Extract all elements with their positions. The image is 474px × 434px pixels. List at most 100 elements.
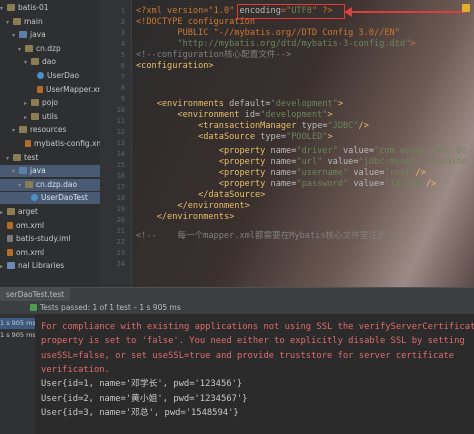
- warning-icon[interactable]: [462, 4, 470, 12]
- iml-file-icon: [7, 235, 13, 243]
- chevron-right-icon[interactable]: ▸: [24, 98, 31, 110]
- tree-item[interactable]: ▾ java: [0, 29, 100, 41]
- code-token: >: [337, 99, 343, 109]
- code-token: </environment>: [136, 201, 250, 211]
- code-token: <configuration>: [136, 61, 214, 71]
- code-token: <!DOCTYPE configuration: [136, 17, 255, 27]
- line-number: 22: [116, 238, 125, 246]
- code-token: <!--configuration核心配置文件-->: [136, 50, 292, 60]
- line-number: 14: [116, 150, 125, 158]
- test-result-item[interactable]: 1 s 905 ms: [0, 330, 36, 341]
- tree-item[interactable]: om.xml: [0, 220, 100, 232]
- line-number: 13: [116, 139, 125, 147]
- code-token: value: [353, 179, 380, 189]
- tree-item[interactable]: ▸ nal Libraries: [0, 260, 100, 272]
- line-number-gutter: 1 2 3 4 5 6 7 8 9 10 11 12 13 14 15 16 17 18 19 20 21 22 23 24: [100, 0, 132, 287]
- tree-item-label: main: [24, 16, 43, 26]
- test-result-item[interactable]: 1 s 905 ms: [0, 318, 36, 329]
- test-status-text: Tests passed: 1 of 1 test – 1 s 905 ms: [40, 303, 181, 312]
- code-editor[interactable]: <?xml version="1.0" encoding="UTF8" ?> <!…: [132, 0, 474, 287]
- line-number: 9: [120, 95, 125, 103]
- code-token: />: [425, 179, 437, 189]
- tree-item[interactable]: UserDao: [0, 70, 100, 82]
- package-icon: [25, 44, 33, 52]
- code-token: <property: [136, 168, 271, 178]
- tree-item[interactable]: ▾ resources: [0, 124, 100, 136]
- code-token: name: [270, 157, 292, 167]
- code-line: </environment>: [136, 201, 250, 212]
- code-token: <transactionManager: [136, 121, 302, 131]
- line-number: 15: [116, 161, 125, 169]
- code-token: </dataSource>: [136, 190, 266, 200]
- line-number: 20: [116, 216, 125, 224]
- code-token: />: [415, 168, 426, 178]
- code-token: default: [229, 99, 266, 109]
- tree-item-label: dao: [42, 57, 56, 67]
- code-token: "development": [270, 99, 338, 109]
- tree-item[interactable]: ▾ test: [0, 152, 100, 164]
- tree-item[interactable]: ▾ batis-01: [0, 2, 100, 14]
- chevron-right-icon[interactable]: ▸: [0, 207, 7, 219]
- code-line: <environment id="development">: [136, 110, 333, 121]
- tree-item[interactable]: UserDaoTest: [0, 192, 100, 205]
- chevron-down-icon[interactable]: ▾: [18, 44, 25, 56]
- tree-item[interactable]: batis-study.iml: [0, 233, 100, 245]
- chevron-down-icon[interactable]: ▾: [6, 153, 13, 165]
- code-token: value: [327, 157, 354, 167]
- code-token: "com.mysql.jdbc.Dr: [374, 146, 468, 156]
- code-token: "jdbc:mysql://localho: [358, 157, 468, 167]
- code-token: >: [327, 110, 333, 120]
- tree-item[interactable]: UserMapper.xml: [0, 84, 100, 96]
- code-line: "http://mybatis.org/dtd/mybatis-3-config…: [136, 39, 415, 50]
- code-token: =": [280, 6, 292, 16]
- code-token: <property: [136, 146, 271, 156]
- line-number: 17: [116, 183, 125, 191]
- line-number: 2: [120, 18, 125, 26]
- tree-item[interactable]: ▾ java: [0, 165, 100, 178]
- tree-item-label: cn.dzp: [36, 43, 61, 53]
- tree-item[interactable]: ▸ pojo: [0, 97, 100, 109]
- tree-item[interactable]: ▸ arget: [0, 206, 100, 218]
- tree-item[interactable]: ▸ utils: [0, 111, 100, 123]
- chevron-down-icon[interactable]: ▾: [12, 125, 19, 137]
- run-tab[interactable]: serDaoTest.test: [0, 288, 71, 301]
- xml-file-icon: [7, 221, 13, 229]
- project-tree: ▾ batis-01 ▾ main ▾ java ▾ cn.dzp ▾ dao UserDao Use…: [0, 0, 100, 287]
- run-tool-window-header: serDaoTest.test: [0, 287, 474, 301]
- chevron-right-icon[interactable]: ▸: [0, 261, 7, 273]
- tree-item-label: om.xml: [16, 220, 45, 230]
- chevron-down-icon[interactable]: ▾: [6, 17, 13, 29]
- tree-item-label: java: [30, 30, 46, 40]
- chevron-down-icon[interactable]: ▾: [12, 30, 19, 42]
- run-console[interactable]: For compliance with existing application…: [35, 314, 474, 434]
- tree-item[interactable]: ▾ cn.dzp: [0, 43, 100, 55]
- code-token: "POOLED": [286, 132, 328, 142]
- code-token: <!-- 每一个mapper.xml都需要在Mybatis核心文件里注册-->: [136, 231, 402, 241]
- code-line: <property name="username" value="root"/>: [136, 168, 426, 179]
- line-number: 5: [120, 51, 125, 59]
- chevron-right-icon[interactable]: ▸: [24, 112, 31, 124]
- chevron-down-icon[interactable]: ▾: [24, 57, 31, 69]
- tree-item[interactable]: mybatis-config.xml: [0, 138, 100, 150]
- folder-icon: [19, 126, 27, 134]
- test-results-tree: 1 s 905 ms 1 s 905 ms: [0, 314, 36, 434]
- package-icon: [31, 58, 39, 66]
- code-line: <dataSource type="POOLED">: [136, 132, 333, 143]
- code-token: <dataSource: [136, 132, 261, 142]
- interface-icon: [37, 72, 44, 79]
- code-token: id: [244, 110, 256, 120]
- annotation-arrow-line: [346, 11, 466, 13]
- tree-item[interactable]: ▾ dao: [0, 56, 100, 68]
- chevron-down-icon[interactable]: ▾: [18, 180, 25, 192]
- folder-blue-icon: [19, 167, 27, 175]
- tree-item[interactable]: ▾ cn.dzp.dao: [0, 178, 100, 192]
- line-number: 4: [120, 40, 125, 48]
- chevron-down-icon[interactable]: ▾: [0, 3, 7, 15]
- tree-item[interactable]: ▾ main: [0, 16, 100, 28]
- console-error-line: For compliance with existing application…: [41, 322, 474, 332]
- chevron-down-icon[interactable]: ▾: [12, 166, 19, 178]
- tree-item[interactable]: om.xml: [0, 247, 100, 259]
- folder-icon: [7, 4, 15, 11]
- code-token: </environments>: [136, 212, 235, 222]
- code-token: "JDBC": [327, 121, 359, 131]
